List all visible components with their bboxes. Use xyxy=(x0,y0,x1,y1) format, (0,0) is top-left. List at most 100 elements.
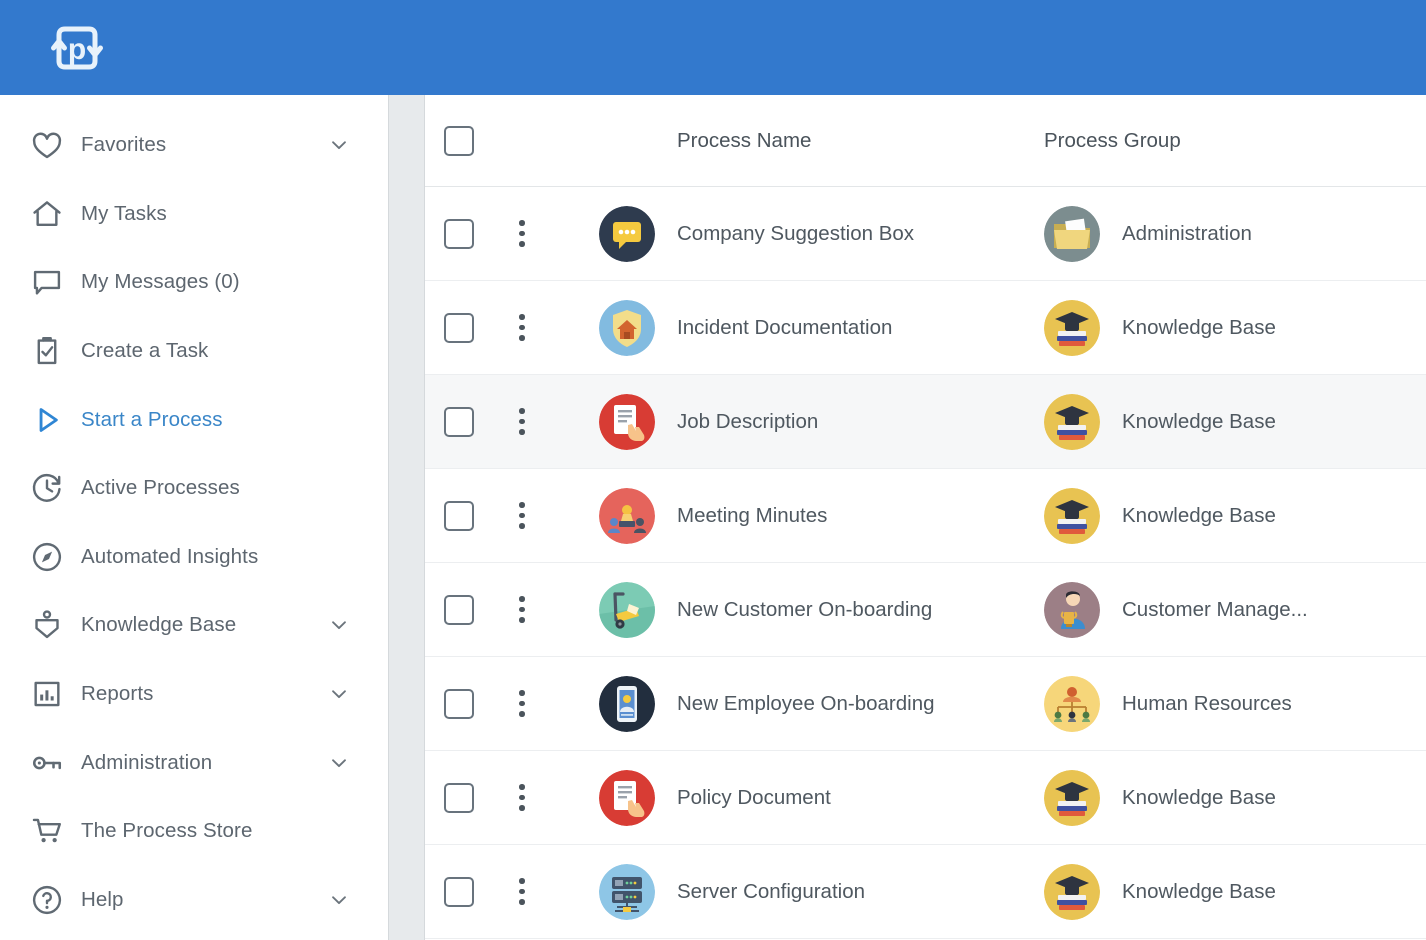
row-checkbox[interactable] xyxy=(444,688,474,719)
row-select-cell xyxy=(425,500,493,531)
row-process-group-cell: Knowledge Base xyxy=(1044,863,1426,920)
row-checkbox[interactable] xyxy=(444,218,474,249)
row-actions-menu-icon[interactable] xyxy=(515,310,529,345)
process-group-label: Knowledge Base xyxy=(1122,503,1276,527)
row-actions-menu-icon[interactable] xyxy=(515,498,529,533)
select-all-checkbox[interactable] xyxy=(444,125,474,156)
sidebar-expand-toggle[interactable] xyxy=(328,752,350,774)
sidebar-item-label: Automated Insights xyxy=(81,544,259,568)
sidebar-item-label: Start a Process xyxy=(81,407,223,431)
table-row[interactable]: New Customer On-boarding Customer Manage… xyxy=(425,563,1426,657)
row-actions-menu-icon[interactable] xyxy=(515,686,529,721)
row-process-name-cell: Incident Documentation xyxy=(551,299,1044,356)
row-menu-cell xyxy=(493,310,551,345)
process-group-label: Knowledge Base xyxy=(1122,879,1276,903)
sidebar-item-label: My Tasks xyxy=(81,201,167,225)
play-triangle-icon xyxy=(30,403,64,437)
row-checkbox[interactable] xyxy=(444,782,474,813)
chevron-down-icon xyxy=(332,758,346,767)
sidebar-item-help[interactable]: Help xyxy=(0,866,388,935)
clipboard-check-icon xyxy=(30,334,64,368)
header-process-group-label: Process Group xyxy=(1044,128,1181,152)
header-process-group[interactable]: Process Group xyxy=(1044,129,1426,153)
graduation-books-icon xyxy=(1044,769,1100,826)
row-menu-cell xyxy=(493,780,551,815)
table-row[interactable]: Incident Documentation Knowledge Base xyxy=(425,281,1426,375)
main-sidebar: Favorites My Tasks My Messages (0) Create a… xyxy=(0,95,388,940)
sidebar-item-label: Active Processes xyxy=(81,476,240,500)
row-process-name-cell: New Employee On-boarding xyxy=(551,675,1044,732)
sidebar-item-label: Help xyxy=(81,887,124,911)
table-row[interactable]: Meeting Minutes Knowledge Base xyxy=(425,469,1426,563)
process-group-label: Knowledge Base xyxy=(1122,315,1276,339)
sidebar-item-favorites[interactable]: Favorites xyxy=(0,111,388,180)
row-process-name-cell: New Customer On-boarding xyxy=(551,581,1044,638)
row-select-cell xyxy=(425,876,493,907)
row-select-cell xyxy=(425,594,493,625)
row-actions-menu-icon[interactable] xyxy=(515,592,529,627)
graduation-books-icon xyxy=(1044,393,1100,450)
sidebar-expand-toggle[interactable] xyxy=(328,614,350,636)
row-actions-menu-icon[interactable] xyxy=(515,874,529,909)
org-chart-icon xyxy=(1044,675,1100,732)
sidebar-item-automated-insights[interactable]: Automated Insights xyxy=(0,523,388,592)
row-select-cell xyxy=(425,688,493,719)
table-header-row: Process Name Process Group xyxy=(425,95,1426,187)
row-process-name-cell: Server Configuration xyxy=(551,863,1044,920)
row-menu-cell xyxy=(493,686,551,721)
row-menu-cell xyxy=(493,216,551,251)
table-row[interactable]: New Employee On-boarding Human Resources xyxy=(425,657,1426,751)
chevron-down-icon xyxy=(332,690,346,699)
table-row[interactable]: Server Configuration Knowledge Base xyxy=(425,845,1426,939)
process-name-label: Policy Document xyxy=(677,785,831,809)
sidebar-item-the-process-store[interactable]: The Process Store xyxy=(0,797,388,866)
clock-refresh-icon xyxy=(30,471,64,505)
table-row[interactable]: Job Description Knowledge Base xyxy=(425,375,1426,469)
sidebar-item-label: My Messages (0) xyxy=(81,270,240,294)
process-name-label: Server Configuration xyxy=(677,879,866,903)
sidebar-item-label: Knowledge Base xyxy=(81,613,237,637)
process-name-label: Meeting Minutes xyxy=(677,503,828,527)
row-process-group-cell: Administration xyxy=(1044,205,1426,262)
row-select-cell xyxy=(425,312,493,343)
header-process-name[interactable]: Process Name xyxy=(551,129,1044,153)
sidebar-item-reports[interactable]: Reports xyxy=(0,660,388,729)
sidebar-expand-toggle[interactable] xyxy=(328,683,350,705)
sidebar-item-create-a-task[interactable]: Create a Task xyxy=(0,317,388,386)
table-row[interactable]: Policy Document Knowledge Base xyxy=(425,751,1426,845)
body-container: Favorites My Tasks My Messages (0) Create a… xyxy=(0,95,1426,940)
sidebar-expand-toggle[interactable] xyxy=(328,134,350,156)
table-row[interactable]: Company Suggestion Box Administration xyxy=(425,187,1426,281)
message-icon xyxy=(30,265,64,299)
book-reader-icon xyxy=(30,608,64,642)
process-group-label: Customer Manage... xyxy=(1122,597,1308,621)
process-group-label: Knowledge Base xyxy=(1122,785,1276,809)
row-checkbox[interactable] xyxy=(444,312,474,343)
sidebar-item-start-a-process[interactable]: Start a Process xyxy=(0,385,388,454)
table-body: Company Suggestion Box Administration In… xyxy=(425,187,1426,939)
sidebar-item-my-messages-0[interactable]: My Messages (0) xyxy=(0,248,388,317)
row-select-cell xyxy=(425,782,493,813)
row-process-group-cell: Customer Manage... xyxy=(1044,581,1426,638)
top-header-bar: p xyxy=(0,0,1426,95)
row-checkbox[interactable] xyxy=(444,500,474,531)
speech-bubble-icon xyxy=(599,205,655,262)
sidebar-expand-toggle[interactable] xyxy=(328,889,350,911)
app-logo[interactable]: p xyxy=(44,15,110,81)
compass-icon xyxy=(30,540,64,574)
sidebar-item-administration[interactable]: Administration xyxy=(0,728,388,797)
process-name-label: Incident Documentation xyxy=(677,315,893,339)
graduation-books-icon xyxy=(1044,487,1100,544)
sidebar-item-active-processes[interactable]: Active Processes xyxy=(0,454,388,523)
row-actions-menu-icon[interactable] xyxy=(515,780,529,815)
row-actions-menu-icon[interactable] xyxy=(515,216,529,251)
sidebar-item-knowledge-base[interactable]: Knowledge Base xyxy=(0,591,388,660)
row-checkbox[interactable] xyxy=(444,594,474,625)
row-actions-menu-icon[interactable] xyxy=(515,404,529,439)
sidebar-item-my-tasks[interactable]: My Tasks xyxy=(0,180,388,249)
row-checkbox[interactable] xyxy=(444,406,474,437)
row-checkbox[interactable] xyxy=(444,876,474,907)
graduation-books-icon xyxy=(1044,863,1100,920)
row-select-cell xyxy=(425,406,493,437)
row-menu-cell xyxy=(493,404,551,439)
